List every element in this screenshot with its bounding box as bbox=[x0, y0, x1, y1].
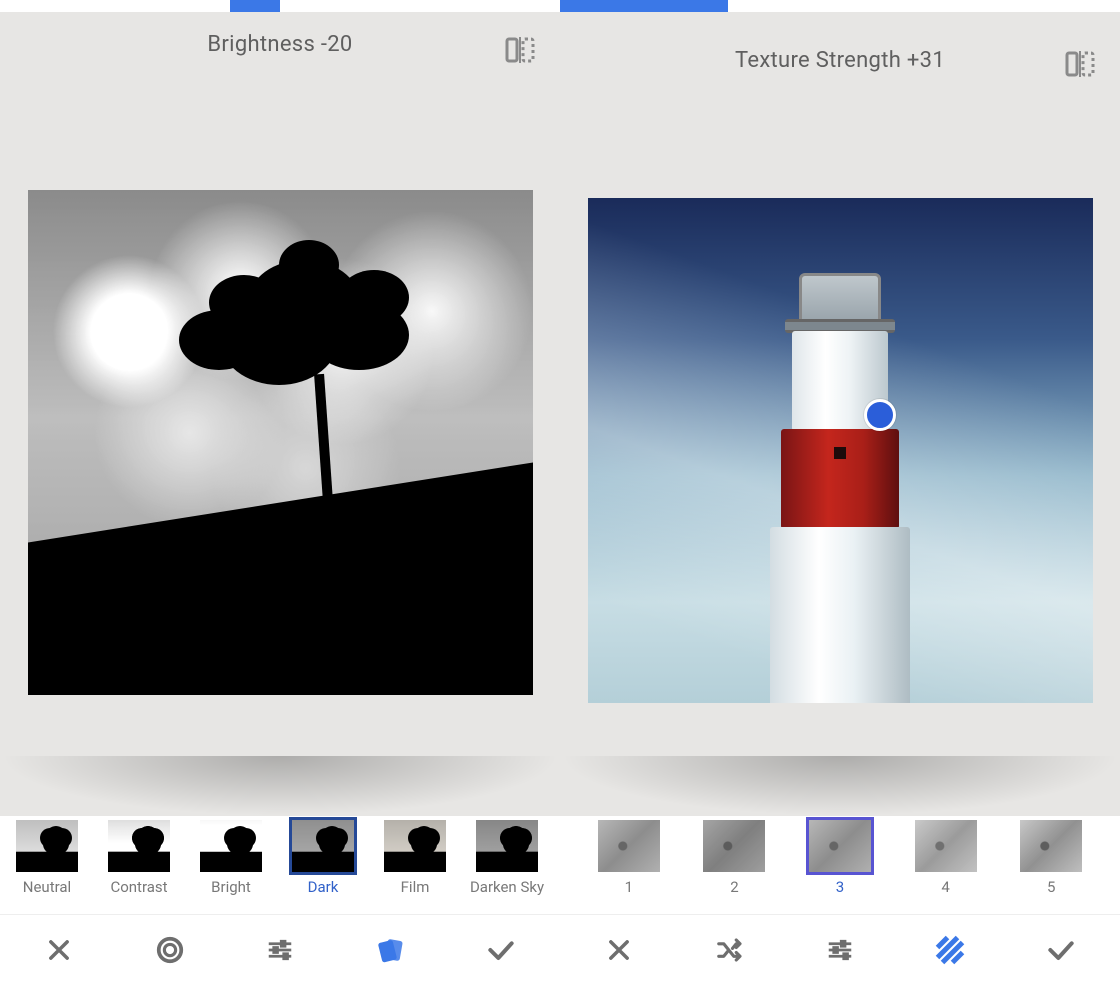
preset-label: 2 bbox=[730, 878, 738, 896]
cancel-button[interactable] bbox=[35, 926, 83, 974]
styles-button[interactable] bbox=[366, 926, 414, 974]
preset-label: 4 bbox=[941, 878, 949, 896]
preset-thumb bbox=[384, 820, 446, 872]
preset-thumb bbox=[598, 820, 660, 872]
preset-darken-sky[interactable]: Darken Sky bbox=[468, 820, 546, 896]
preset-texture-5[interactable]: 5 bbox=[1012, 820, 1090, 896]
bottom-toolbar bbox=[560, 914, 1120, 984]
compare-icon[interactable] bbox=[1064, 48, 1096, 80]
editor-pane-left: Brightness -20 bbox=[0, 0, 560, 984]
preset-film[interactable]: Film bbox=[376, 820, 454, 896]
preset-texture-4[interactable]: 4 bbox=[907, 820, 985, 896]
parameter-header: Brightness -20 bbox=[0, 12, 560, 69]
preset-contrast[interactable]: Contrast bbox=[100, 820, 178, 896]
shuffle-button[interactable] bbox=[706, 926, 754, 974]
preset-thumb bbox=[16, 820, 78, 872]
slider-fill bbox=[560, 0, 728, 12]
preset-neutral[interactable]: Neutral bbox=[8, 820, 86, 896]
preset-thumb bbox=[809, 820, 871, 872]
preset-strip: Neutral Contrast Bright Dark Film Darken… bbox=[0, 816, 560, 914]
preset-thumb bbox=[1020, 820, 1082, 872]
preset-thumb bbox=[108, 820, 170, 872]
parameter-header: Texture Strength +31 bbox=[560, 12, 1120, 85]
preview-image bbox=[588, 198, 1093, 703]
preset-label: Bright bbox=[211, 878, 251, 896]
preset-thumb bbox=[915, 820, 977, 872]
tune-button[interactable] bbox=[816, 926, 864, 974]
preset-label: Darken Sky bbox=[470, 878, 544, 896]
compare-icon[interactable] bbox=[504, 34, 536, 66]
preset-thumb bbox=[476, 820, 538, 872]
cancel-button[interactable] bbox=[595, 926, 643, 974]
value-slider[interactable] bbox=[0, 0, 560, 12]
tune-button[interactable] bbox=[256, 926, 304, 974]
preset-thumb bbox=[703, 820, 765, 872]
parameter-label: Texture Strength +31 bbox=[584, 48, 1096, 73]
preset-thumb bbox=[292, 820, 354, 872]
preset-label: Contrast bbox=[110, 878, 167, 896]
preset-label: Dark bbox=[308, 878, 339, 896]
focus-point[interactable] bbox=[864, 399, 896, 431]
preset-strip: 1 2 3 4 5 bbox=[560, 816, 1120, 914]
bottom-toolbar bbox=[0, 914, 560, 984]
preset-texture-3[interactable]: 3 bbox=[801, 820, 879, 896]
editor-pane-right: Texture Strength +31 1 bbox=[560, 0, 1120, 984]
apply-button[interactable] bbox=[477, 926, 525, 974]
slider-fill bbox=[230, 0, 280, 12]
preset-label: 1 bbox=[625, 878, 633, 896]
parameter-label: Brightness -20 bbox=[24, 32, 536, 57]
vignette-button[interactable] bbox=[146, 926, 194, 974]
preset-thumb bbox=[200, 820, 262, 872]
apply-button[interactable] bbox=[1037, 926, 1085, 974]
image-canvas[interactable] bbox=[0, 69, 560, 816]
image-canvas[interactable] bbox=[560, 85, 1120, 816]
preset-texture-1[interactable]: 1 bbox=[590, 820, 668, 896]
preview-image bbox=[28, 190, 533, 695]
value-slider[interactable] bbox=[560, 0, 1120, 12]
preset-label: 3 bbox=[836, 878, 844, 896]
preset-label: 5 bbox=[1047, 878, 1055, 896]
preset-label: Neutral bbox=[23, 878, 71, 896]
preset-texture-2[interactable]: 2 bbox=[696, 820, 774, 896]
preset-dark[interactable]: Dark bbox=[284, 820, 362, 896]
texture-button[interactable] bbox=[926, 926, 974, 974]
preset-bright[interactable]: Bright bbox=[192, 820, 270, 896]
preset-label: Film bbox=[401, 878, 430, 896]
